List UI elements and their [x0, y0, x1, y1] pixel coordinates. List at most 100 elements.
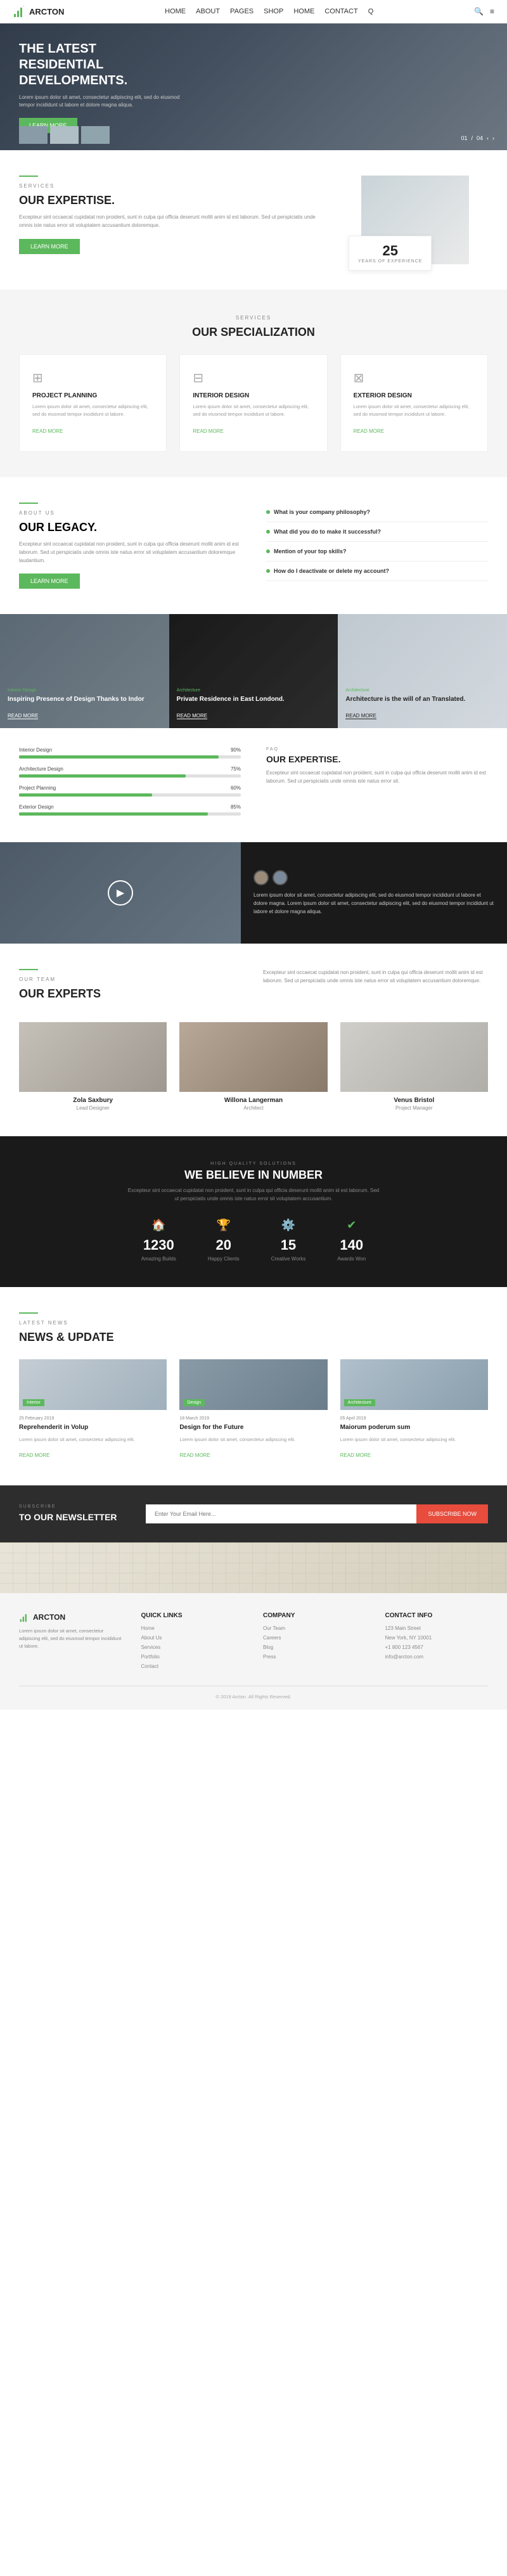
- spec-exterior-readmore[interactable]: READ MORE: [354, 428, 384, 434]
- logo[interactable]: ARCTON: [13, 5, 64, 18]
- spec-exterior-text: Lorem ipsum dolor sit amet, consectetur …: [354, 403, 475, 418]
- news-badge-2: Design: [183, 1399, 205, 1406]
- news-card-1: Interior 25 February 2019 Reprehenderit …: [19, 1359, 167, 1460]
- spec-interior-title: INTERIOR DESIGN: [193, 392, 314, 399]
- thumbnail-3[interactable]: [81, 126, 110, 144]
- nav-home2[interactable]: HOME: [293, 8, 314, 15]
- nav-shop[interactable]: SHOP: [264, 8, 283, 15]
- legacy-green-divider: [19, 503, 38, 504]
- exterior-icon: ⊠: [354, 370, 475, 386]
- spec-planning-readmore[interactable]: READ MORE: [32, 428, 63, 434]
- newsletter-left: SUBSCRIBE TO OUR NEWSLETTER: [19, 1504, 133, 1523]
- portfolio-tag-1: Interior Design: [8, 688, 162, 693]
- accordion-q3: Mention of your top skills?: [274, 548, 347, 554]
- testimonial: Lorem ipsum dolor sit amet, consectetur …: [241, 842, 507, 944]
- footer-link-home[interactable]: Home: [141, 1625, 245, 1631]
- accordion-item-3[interactable]: Mention of your top skills?: [266, 542, 488, 561]
- footer-link-services[interactable]: Services: [141, 1644, 245, 1650]
- accordion-item-4[interactable]: How do I deactivate or delete my account…: [266, 561, 488, 581]
- experts-text: Excepteur sint occaecat cupidatat non pr…: [263, 969, 488, 985]
- nav-contact[interactable]: CONTACT: [324, 8, 357, 15]
- footer-company-blog[interactable]: Blog: [263, 1644, 366, 1650]
- stats-section: HIGH QUALITY SOLUTIONS WE BELIEVE IN NUM…: [0, 1136, 507, 1287]
- news-grid: Interior 25 February 2019 Reprehenderit …: [19, 1359, 488, 1460]
- news-text-1: Lorem ipsum dolor sit amet, consectetur …: [19, 1436, 167, 1444]
- expertise-section: SERVICES OUR EXPERTISE. Excepteur sint o…: [0, 150, 507, 290]
- experts-left: OUR TEAM OUR EXPERTS: [19, 969, 244, 1007]
- logo-icon: [13, 5, 25, 18]
- thumbnail-2[interactable]: [50, 126, 79, 144]
- skill-ext-bar: [19, 812, 208, 816]
- hero-title: THE LATEST RESIDENTIAL DEVELOPMENTS.: [19, 41, 184, 89]
- footer-contact-col: CONTACT INFO 123 Main Street New York, N…: [385, 1612, 489, 1673]
- hero-total: 04: [477, 135, 483, 141]
- nav-q[interactable]: Q: [368, 8, 374, 15]
- hero-next-button[interactable]: ›: [492, 135, 494, 141]
- portfolio-title-1: Inspiring Presence of Design Thanks to I…: [8, 695, 162, 704]
- skill-ext-label: Exterior Design: [19, 804, 54, 810]
- expertise-text: Excepteur sint occaecat cupidatat non pr…: [19, 214, 330, 230]
- nav-home[interactable]: HOME: [165, 8, 186, 15]
- news-text-2: Lorem ipsum dolor sit amet, consectetur …: [179, 1436, 327, 1444]
- portfolio-section: Interior Design Inspiring Presence of De…: [0, 614, 507, 728]
- nav-pages[interactable]: PAGES: [230, 8, 254, 15]
- expertise-years-number: 25: [358, 243, 422, 259]
- skill-ext-pct: 85%: [231, 804, 241, 810]
- portfolio-readmore-1[interactable]: READ MORE: [8, 713, 38, 719]
- newsletter-submit-button[interactable]: SUBSCRIBE NOW: [416, 1504, 488, 1523]
- stats-label: HIGH QUALITY SOLUTIONS: [19, 1162, 488, 1166]
- news-readmore-2[interactable]: READ MORE: [179, 1452, 210, 1458]
- legacy-left: ABOUT US OUR LEGACY. Excepteur sint occa…: [19, 503, 241, 589]
- footer-company-careers[interactable]: Careers: [263, 1635, 366, 1641]
- footer-link-about[interactable]: About Us: [141, 1635, 245, 1641]
- menu-icon[interactable]: ≡: [490, 7, 494, 16]
- footer-link-contact[interactable]: Contact: [141, 1663, 245, 1669]
- expertise-button[interactable]: LEARN MORE: [19, 239, 80, 254]
- green-divider: [19, 176, 38, 177]
- skill-plan-bar: [19, 793, 152, 797]
- expertise-right: 25 YEARS OF EXPERIENCE: [349, 176, 488, 264]
- spec-interior-readmore[interactable]: READ MORE: [193, 428, 223, 434]
- hero-prev-button[interactable]: ‹: [487, 135, 489, 141]
- portfolio-tag-2: Architecture: [177, 688, 331, 693]
- news-readmore-1[interactable]: READ MORE: [19, 1452, 49, 1458]
- expertise-card: 25 YEARS OF EXPERIENCE: [349, 236, 432, 271]
- footer-company-team[interactable]: Our Team: [263, 1625, 366, 1631]
- newsletter-email-input[interactable]: [146, 1504, 416, 1523]
- legacy-button[interactable]: LEARN MORE: [19, 574, 80, 589]
- portfolio-readmore-2[interactable]: READ MORE: [177, 713, 207, 719]
- thumbnail-1[interactable]: [19, 126, 48, 144]
- footer-grid: ARCTON Lorem ipsum dolor sit amet, conse…: [19, 1612, 488, 1673]
- skill-interior-pct: 90%: [231, 747, 241, 753]
- newsletter-title: TO OUR NEWSLETTER: [19, 1511, 133, 1523]
- skill-interior-label: Interior Design: [19, 747, 52, 753]
- search-icon[interactable]: 🔍: [474, 7, 484, 16]
- footer-company-press[interactable]: Press: [263, 1654, 366, 1660]
- news-image-1: Interior: [19, 1359, 167, 1410]
- skill-interior: Interior Design 90%: [19, 747, 241, 759]
- avatar-1: [254, 870, 269, 885]
- planning-icon: ⊞: [32, 370, 153, 386]
- accordion-item-1[interactable]: What is your company philosophy?: [266, 503, 488, 522]
- video-left: ▶: [0, 842, 241, 944]
- footer-link-portfolio[interactable]: Portfolio: [141, 1654, 245, 1660]
- portfolio-readmore-3[interactable]: READ MORE: [345, 713, 376, 719]
- footer-company-title: COMPANY: [263, 1612, 366, 1619]
- footer-company-col: COMPANY Our Team Careers Blog Press: [263, 1612, 366, 1673]
- portfolio-card-2: Architecture Private Residence in East L…: [169, 614, 338, 728]
- nav-about[interactable]: ABOUT: [196, 8, 220, 15]
- spec-card-interior: ⊟ INTERIOR DESIGN Lorem ipsum dolor sit …: [179, 354, 327, 452]
- video-section: ▶ Lorem ipsum dolor sit amet, consectetu…: [0, 842, 507, 944]
- expert-photo-1: [19, 1022, 167, 1092]
- skill-exterior: Exterior Design 85%: [19, 804, 241, 816]
- accordion-item-2[interactable]: What did you do to make it successful?: [266, 522, 488, 542]
- stat-awards-name: Awards Won: [337, 1256, 366, 1262]
- experts-section: OUR TEAM OUR EXPERTS Excepteur sint occa…: [0, 944, 507, 1136]
- hero-section: THE LATEST RESIDENTIAL DEVELOPMENTS. Lor…: [0, 23, 507, 150]
- expertise-left: SERVICES OUR EXPERTISE. Excepteur sint o…: [19, 176, 330, 254]
- hero-pagination: 01 / 04 ‹ ›: [461, 135, 494, 141]
- news-readmore-3[interactable]: READ MORE: [340, 1452, 371, 1458]
- play-button[interactable]: ▶: [108, 880, 133, 906]
- skill-plan-pct: 60%: [231, 785, 241, 791]
- footer-email[interactable]: info@arcton.com: [385, 1654, 489, 1660]
